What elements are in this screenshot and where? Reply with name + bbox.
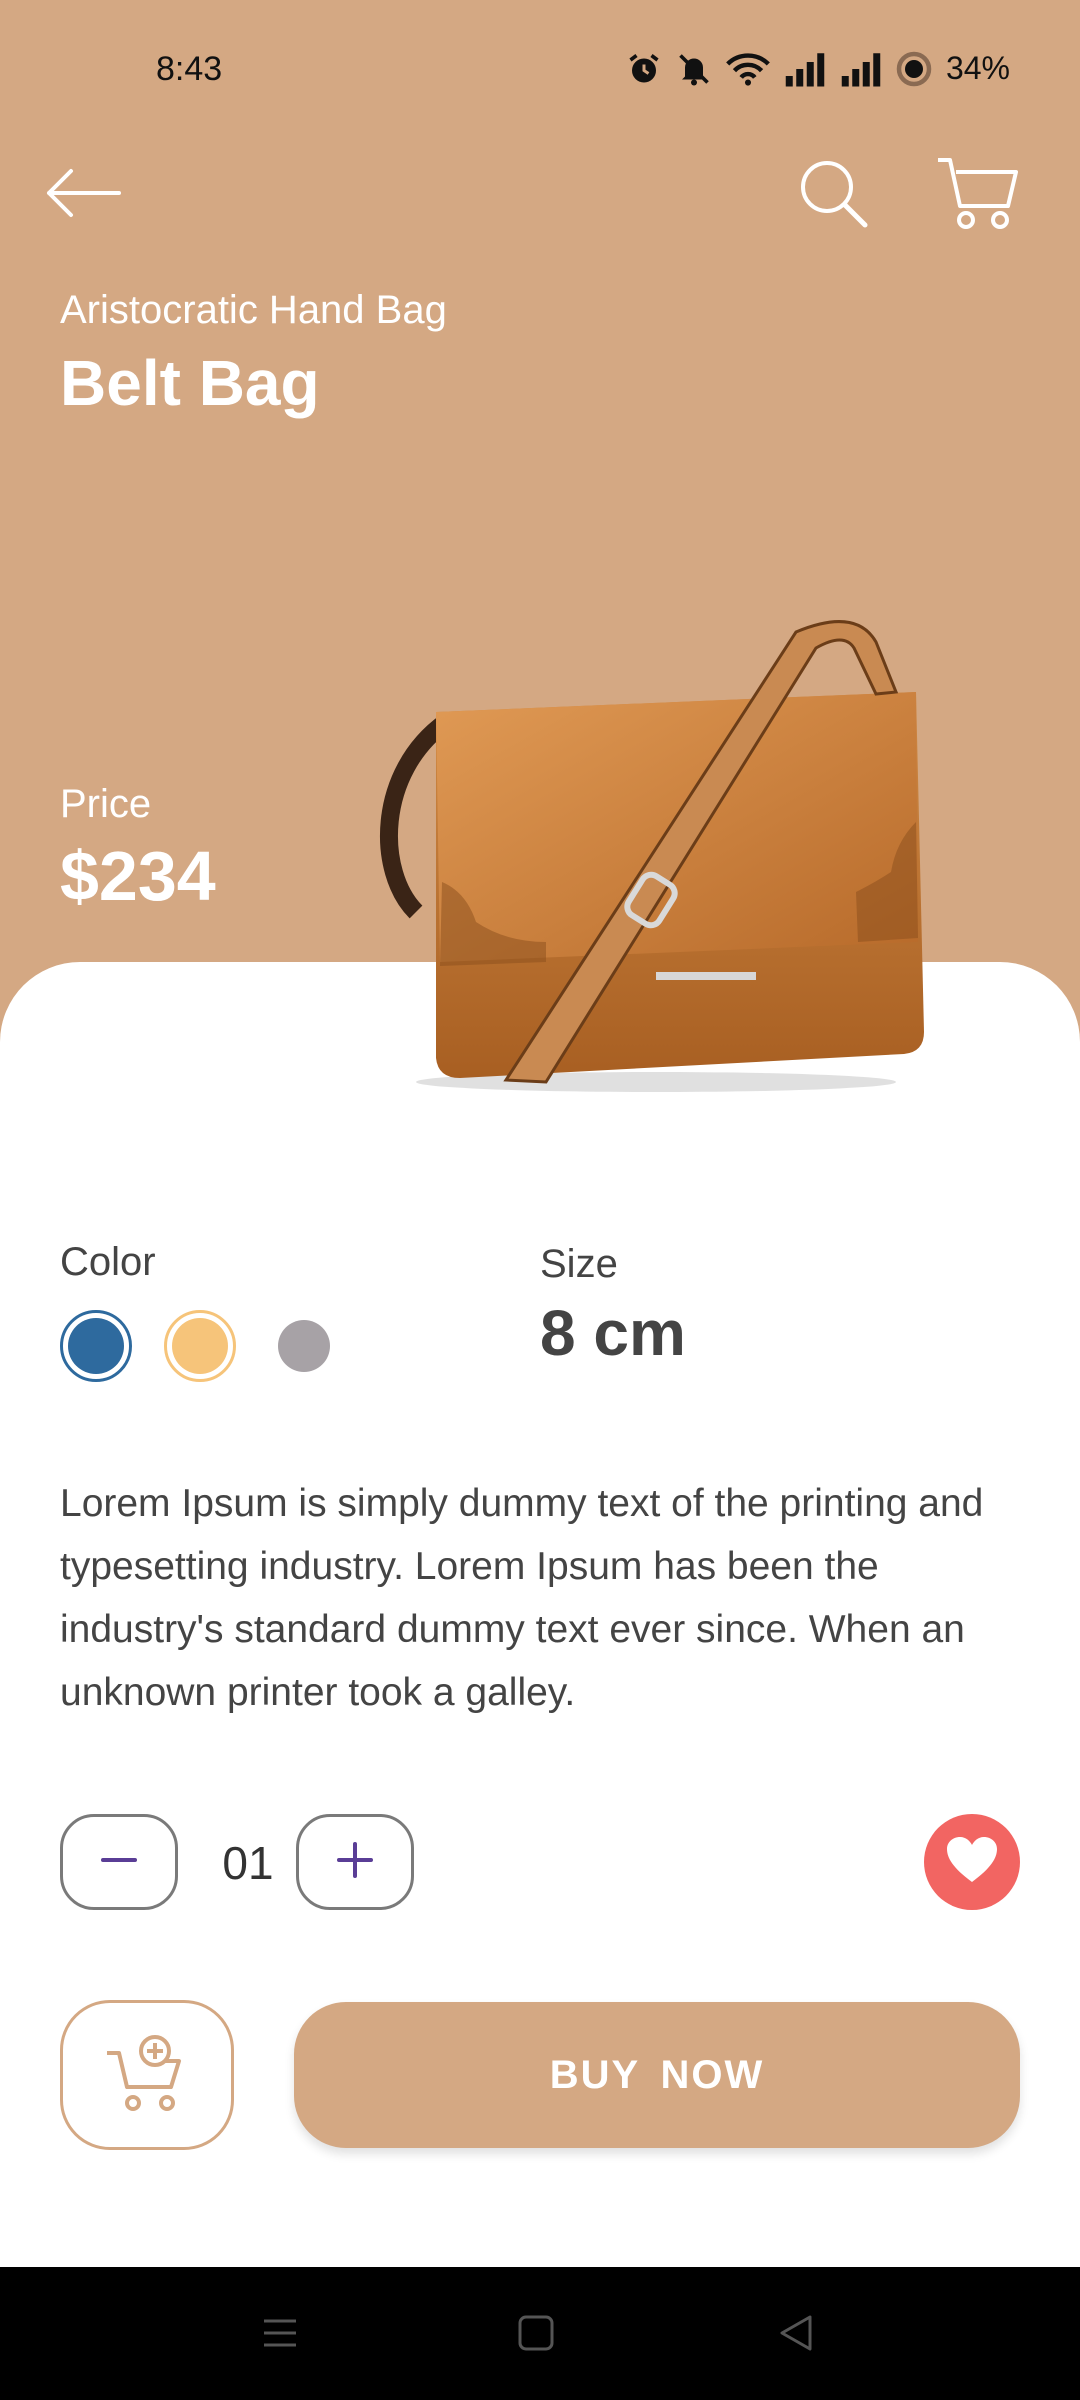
top-nav [0,150,1080,250]
product-title: Belt Bag [60,347,320,419]
recents-button[interactable] [250,2305,310,2365]
color-label: Color [60,1240,156,1284]
system-back-button[interactable] [766,2305,826,2365]
size-value: 8 cm [540,1297,686,1369]
heart-icon [945,1836,999,1889]
system-navigation-bar [0,2267,1080,2400]
color-swatch-gray[interactable] [268,1310,340,1382]
status-bar: 8:43 34% [0,0,1080,130]
color-swatches [60,1310,340,1382]
color-swatch-orange[interactable] [164,1310,236,1382]
back-button[interactable] [38,150,128,240]
alarm-icon [626,51,662,87]
battery-saver-icon [896,51,932,87]
battery-percentage: 34% [945,50,1010,86]
add-to-cart-button[interactable] [60,2000,234,2150]
buy-now-label: BUY NOW [549,2052,765,2097]
minus-icon [99,1840,139,1885]
color-swatch-blue[interactable] [60,1310,132,1382]
home-button[interactable] [506,2305,566,2365]
signal-icon [784,51,826,87]
quantity-value: 01 [222,1837,274,1889]
status-time: 8:43 [156,50,223,88]
product-description: Lorem Ipsum is simply dummy text of the … [60,1482,984,1714]
back-arrow-icon [43,163,123,228]
cart-button[interactable] [932,150,1022,240]
product-subtitle: Aristocratic Hand Bag [60,288,447,332]
price-value: $234 [60,837,216,915]
swatch-dot [68,1318,124,1374]
size-label: Size [540,1242,618,1286]
triangle-back-icon [776,2313,816,2358]
price-label: Price [60,782,152,826]
decrease-quantity-button[interactable] [60,1814,178,1910]
cart-icon [936,154,1018,237]
product-image [376,612,936,1092]
buy-now-button[interactable]: BUY NOW [294,2002,1020,2148]
search-button[interactable] [788,150,878,240]
mute-icon [676,51,712,87]
menu-icon [260,2313,300,2358]
favorite-button[interactable] [924,1814,1020,1910]
square-icon [516,2313,556,2358]
search-icon [797,157,869,234]
increase-quantity-button[interactable] [296,1814,414,1910]
signal-icon [840,51,882,87]
quantity-stepper: 01 [60,1814,1020,1910]
cart-plus-icon [105,2033,189,2118]
wifi-icon [726,51,770,87]
swatch-dot [172,1318,228,1374]
plus-icon [335,1840,375,1885]
swatch-dot [278,1320,330,1372]
status-icons: 34% [626,50,1010,87]
